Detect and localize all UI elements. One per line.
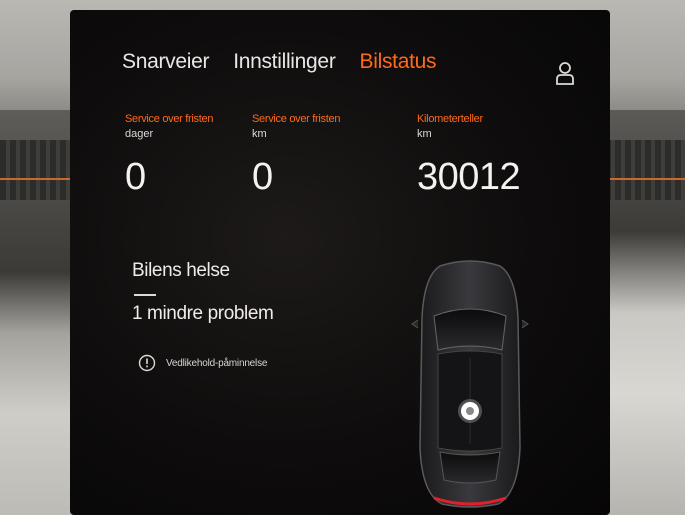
- service-days-value: 0: [125, 156, 146, 198]
- odometer-value: 30012: [417, 156, 521, 198]
- car-health-summary[interactable]: 1 mindre problem: [132, 303, 274, 325]
- divider: [134, 294, 156, 296]
- air-vent-left: [0, 140, 75, 200]
- service-overdue-days: Service over fristen dager 0: [125, 113, 213, 199]
- tab-settings[interactable]: Innstillinger: [233, 50, 336, 74]
- car-top-view-icon[interactable]: [410, 258, 530, 510]
- service-days-unit: dager: [125, 128, 154, 140]
- service-days-label: Service over fristen: [125, 113, 214, 125]
- service-km-value: 0: [252, 156, 273, 198]
- maintenance-reminder[interactable]: Vedlikehold-påminnelse: [138, 354, 267, 372]
- tab-car-status[interactable]: Bilstatus: [360, 50, 437, 74]
- odometer: Kilometerteller km 30012: [417, 113, 521, 199]
- service-overdue-km: Service over fristen km 0: [252, 113, 340, 199]
- top-navigation: Snarveier Innstillinger Bilstatus: [122, 50, 436, 74]
- service-km-label: Service over fristen: [252, 113, 341, 125]
- ambient-light-left: [0, 178, 75, 180]
- tab-shortcuts[interactable]: Snarveier: [122, 50, 209, 74]
- user-profile-icon[interactable]: [554, 60, 576, 86]
- odometer-unit: km: [417, 128, 432, 140]
- odometer-label: Kilometerteller: [417, 113, 483, 125]
- info-circle-icon: [138, 354, 156, 372]
- car-location-marker: [461, 402, 479, 420]
- car-health-title[interactable]: Bilens helse: [132, 260, 230, 282]
- maintenance-reminder-text: Vedlikehold-påminnelse: [166, 357, 268, 369]
- service-km-unit: km: [252, 128, 267, 140]
- infotainment-screen: Snarveier Innstillinger Bilstatus Servic…: [70, 10, 610, 515]
